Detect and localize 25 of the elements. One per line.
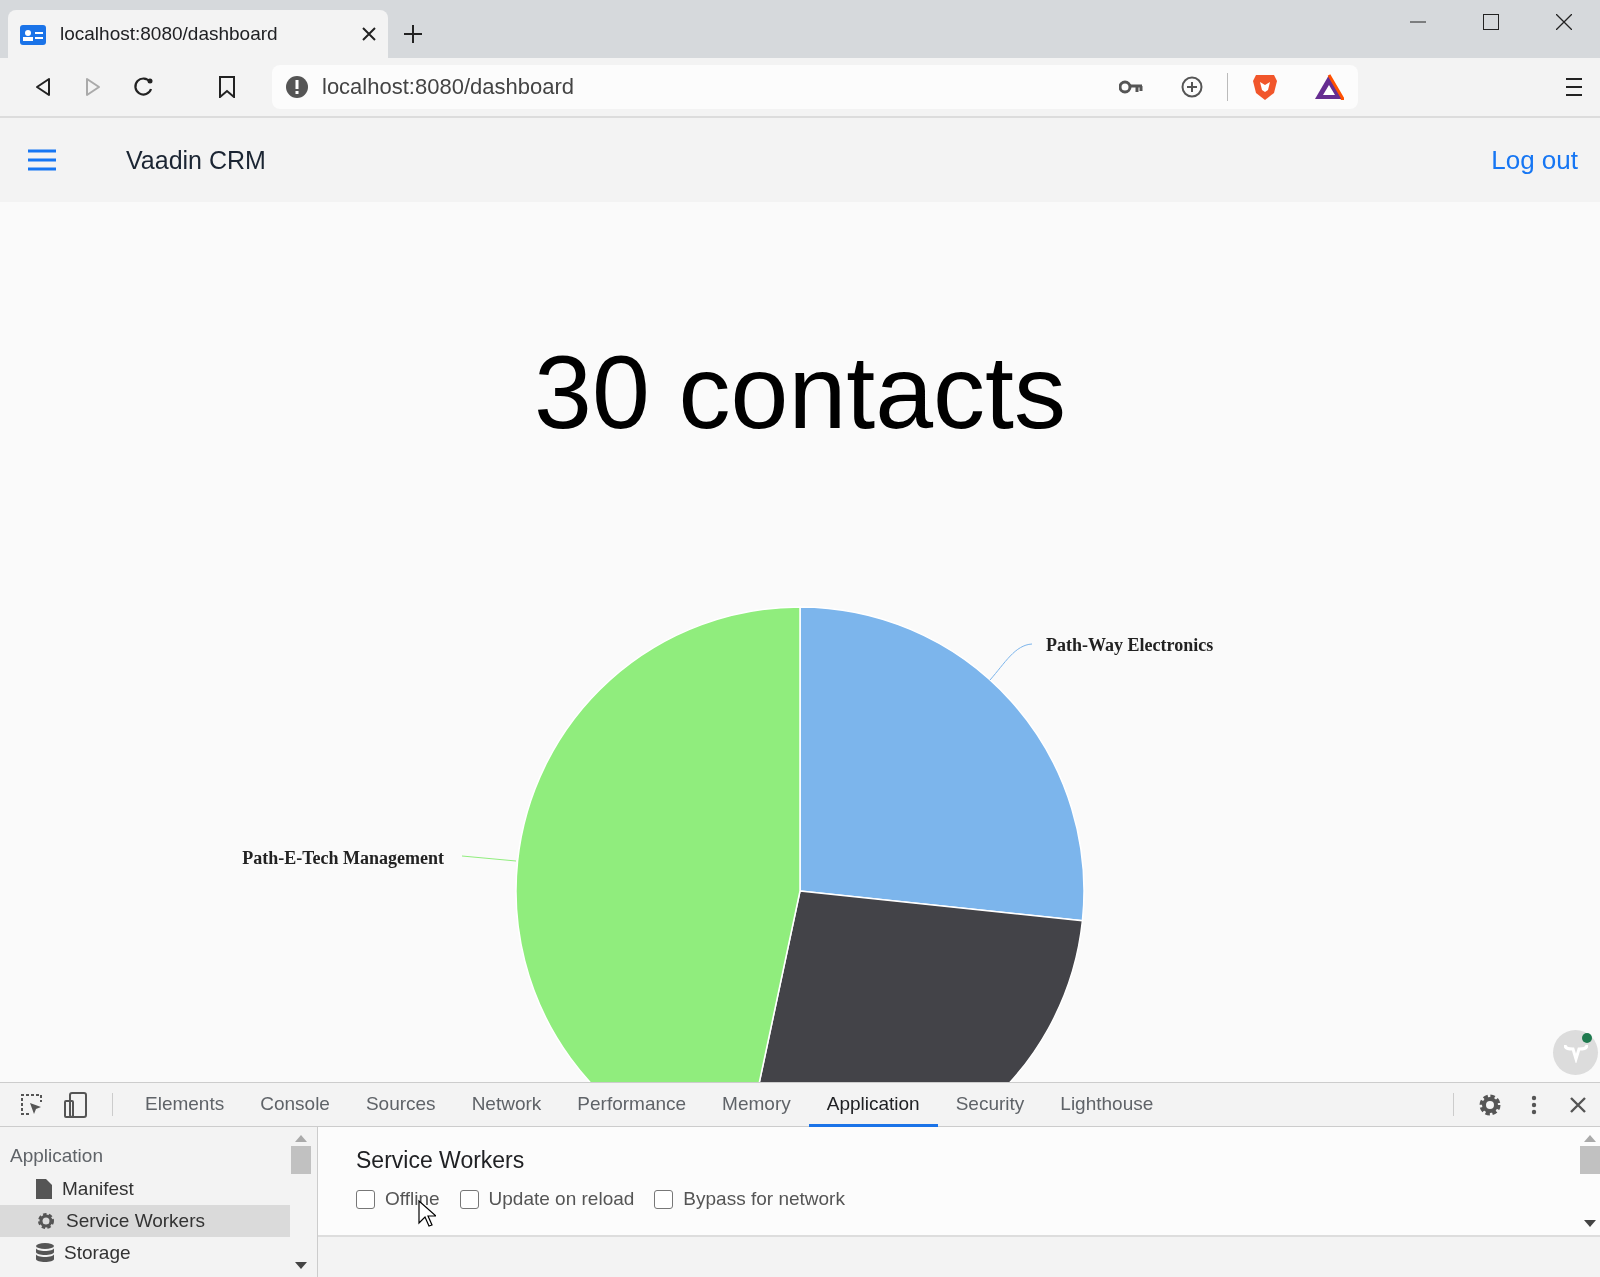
devtools-tab[interactable]: Security: [937, 1083, 1043, 1127]
panel-title: Service Workers: [356, 1147, 526, 1174]
devtools-tab[interactable]: Network: [453, 1083, 560, 1127]
checkbox-label: Offline: [385, 1188, 440, 1210]
devtools-tab[interactable]: Elements: [127, 1083, 243, 1127]
devtools-tab[interactable]: Lighthouse: [1042, 1083, 1172, 1127]
app-title: Vaadin CRM: [126, 145, 267, 175]
sidebar-section: Application: [0, 1141, 290, 1173]
devtools-tab[interactable]: Console: [242, 1083, 348, 1127]
devtools-tab[interactable]: Sources: [347, 1083, 454, 1127]
logout-link[interactable]: Log out: [1491, 144, 1578, 176]
sidebar-item[interactable]: Service Workers: [0, 1205, 290, 1237]
contacts-count: 30 contacts: [534, 333, 1066, 452]
address-bar[interactable]: localhost:8080/dashboard: [272, 65, 1358, 109]
checkbox-label: Bypass for network: [683, 1188, 845, 1210]
devtools-tab[interactable]: Memory: [704, 1083, 809, 1127]
sidebar-item[interactable]: Manifest: [0, 1173, 290, 1205]
slice-label: Path-E-Tech Management: [242, 848, 444, 868]
url-text: localhost:8080/dashboard: [322, 74, 575, 100]
devtools-tab[interactable]: Performance: [559, 1083, 705, 1127]
checkbox-label: Update on reload: [488, 1188, 635, 1210]
sidebar-item[interactable]: Storage: [0, 1237, 290, 1269]
browser-tab[interactable]: localhost:8080/dashboard: [8, 10, 388, 58]
slice-label: Path-Way Electronics: [1046, 635, 1214, 655]
tab-title: localhost:8080/dashboard: [60, 23, 279, 45]
